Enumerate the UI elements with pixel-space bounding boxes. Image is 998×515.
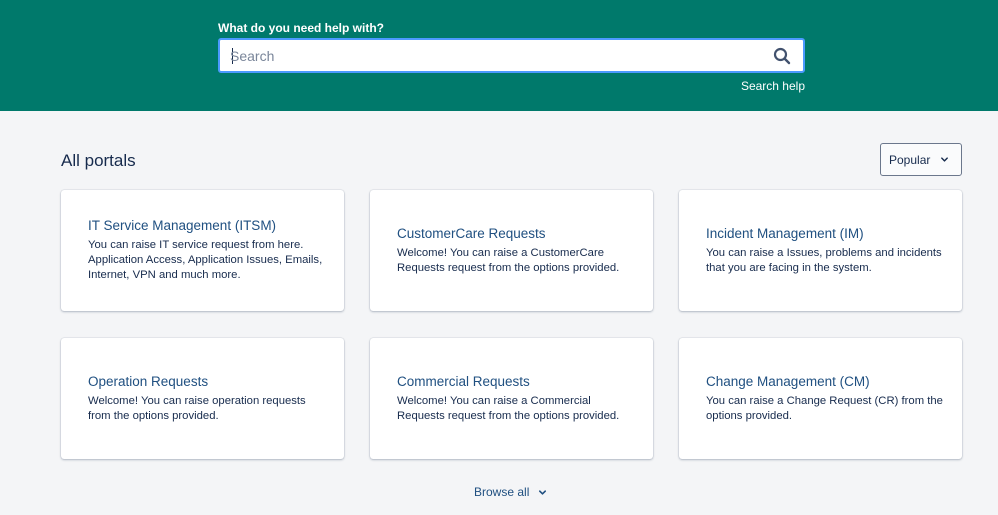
chevron-down-icon [941, 157, 948, 162]
sort-dropdown[interactable]: Popular [880, 143, 962, 176]
page-title-partial [470, 0, 480, 2]
search-box[interactable] [218, 38, 805, 73]
portal-card-title[interactable]: CustomerCare Requests [397, 226, 639, 242]
portal-card[interactable]: CustomerCare Requests Welcome! You can r… [370, 190, 653, 311]
portal-card-title[interactable]: IT Service Management (ITSM) [88, 218, 330, 234]
portal-card-title[interactable]: Incident Management (IM) [706, 226, 948, 242]
portal-card-description: Welcome! You can raise operation request… [88, 394, 306, 422]
search-input[interactable] [230, 40, 770, 71]
portal-card[interactable]: Operation Requests Welcome! You can rais… [61, 338, 344, 459]
portal-card-title[interactable]: Change Management (CM) [706, 374, 948, 390]
portal-card[interactable]: Commercial Requests Welcome! You can rai… [370, 338, 653, 459]
sort-selected-value: Popular [889, 153, 931, 167]
portal-card-title[interactable]: Commercial Requests [397, 374, 639, 390]
portal-card-title[interactable]: Operation Requests [88, 374, 330, 390]
hero-banner: What do you need help with? Search help [0, 0, 998, 111]
portal-card[interactable]: Change Management (CM) You can raise a C… [679, 338, 962, 459]
browse-all-button[interactable]: Browse all [474, 485, 547, 499]
portal-card[interactable]: Incident Management (IM) You can raise a… [679, 190, 962, 311]
search-help-link[interactable]: Search help [741, 79, 805, 93]
portal-card-description: You can raise IT service request from he… [88, 239, 323, 281]
portal-card-description: Welcome! You can raise a Commercial Requ… [397, 394, 620, 422]
portal-card-description: Welcome! You can raise a CustomerCare Re… [397, 246, 620, 274]
chevron-down-icon [539, 489, 547, 495]
portal-card[interactable]: IT Service Management (ITSM) You can rai… [61, 190, 344, 311]
portal-card-description: You can raise a Change Request (CR) from… [706, 394, 943, 422]
search-prompt-label: What do you need help with? [218, 21, 384, 35]
search-icon[interactable] [773, 47, 791, 65]
portal-card-description: You can raise a Issues, problems and inc… [706, 246, 942, 274]
browse-all-label[interactable]: Browse all [474, 485, 529, 499]
section-title: All portals [61, 151, 136, 170]
